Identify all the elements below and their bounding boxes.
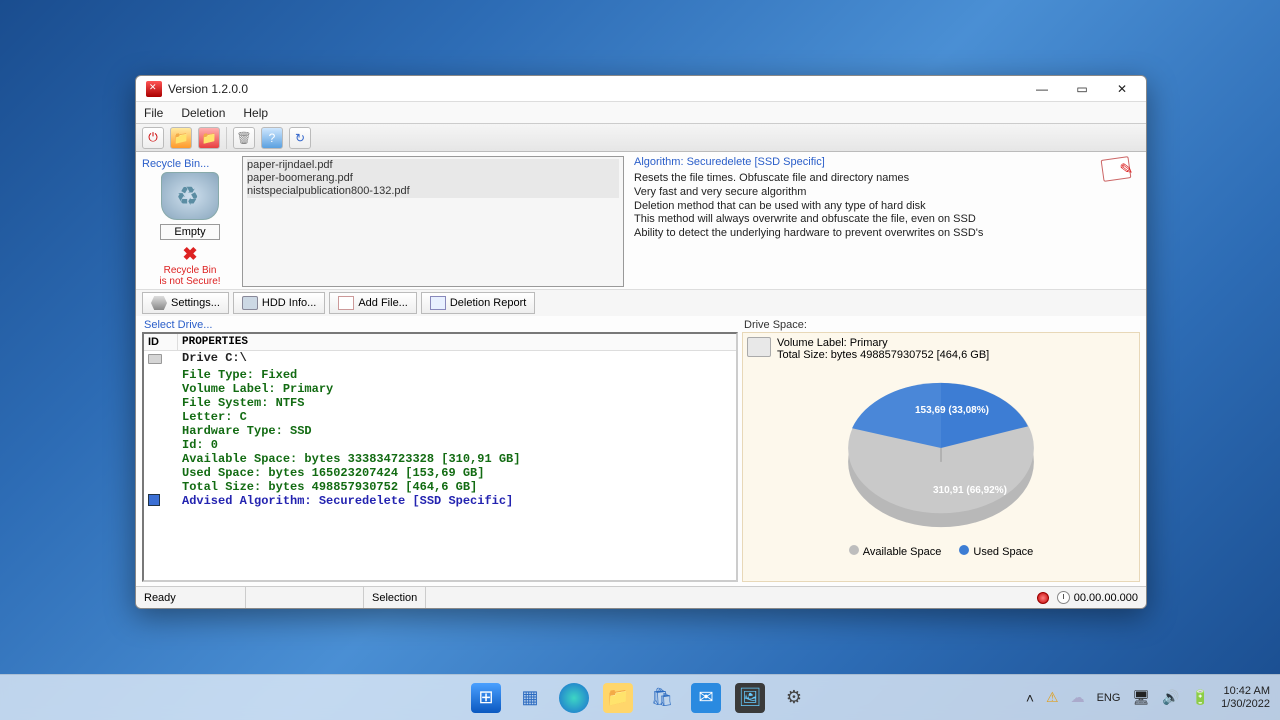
drive-properties-list[interactable]: ID PROPERTIES Drive C:\ File Type: Fixed… [142,332,738,582]
list-item[interactable]: paper-rijndael.pdf [247,159,619,172]
avail-slice-label: 310,91 (66,92%) [933,485,1007,496]
recycle-bin-icon[interactable] [161,172,219,220]
edge-icon[interactable] [559,683,589,713]
not-secure-label: Recycle Binis not Secure! [142,265,238,287]
report-icon [430,296,446,310]
minimize-button[interactable]: — [1022,78,1062,100]
explorer-icon[interactable]: 📁 [603,683,633,713]
advised-icon [148,494,160,506]
status-bar: Ready Selection 00.00.00.000 [136,586,1146,608]
menu-file[interactable]: File [144,106,163,120]
security-icon[interactable]: ⚠ [1046,689,1059,706]
recycle-bin-panel: Recycle Bin... Empty ✖ Recycle Binis not… [142,156,238,287]
menu-help[interactable]: Help [243,106,268,120]
list-item[interactable]: nistspecialpublication800-132.pdf [247,185,619,198]
maximize-button[interactable]: ▭ [1062,78,1102,100]
algorithm-title: Algorithm: Securedelete [SSD Specific] [634,156,1134,168]
trash-icon[interactable]: 🗑 [233,127,255,149]
file-list[interactable]: paper-rijndael.pdf paper-boomerang.pdf n… [242,156,624,287]
menu-deletion[interactable]: Deletion [181,106,225,120]
volume-icon [747,337,771,357]
legend-dot-avail [849,545,859,555]
status-ready: Ready [136,587,246,608]
add-file-icon [338,296,354,310]
drive-space-panel: Volume Label: Primary Total Size: bytes … [742,332,1140,582]
drive-icon [148,354,162,364]
hdd-icon [242,296,258,310]
volume-icon[interactable]: 🔊 [1162,689,1179,706]
action-row: Settings... HDD Info... Add File... Dele… [136,289,1146,316]
open-folder-icon[interactable]: 📁 [170,127,192,149]
store-icon[interactable]: 🛍 [647,683,677,713]
column-id[interactable]: ID [144,334,178,350]
gear-icon [151,296,167,310]
start-button[interactable]: ⊞ [471,683,501,713]
recycle-bin-label: Recycle Bin... [142,158,238,170]
algorithm-panel: Algorithm: Securedelete [SSD Specific] R… [628,156,1140,287]
app-icon [146,81,162,97]
used-slice-label: 153,69 (33,08%) [915,405,989,416]
window-title: Version 1.2.0.0 [168,82,1022,96]
language-indicator[interactable]: ENG [1097,692,1121,704]
chevron-up-icon[interactable]: ˄ [1026,690,1034,706]
hdd-info-button[interactable]: HDD Info... [233,292,325,314]
pie-chart: 153,69 (33,08%) 310,91 (66,92%) [837,369,1045,537]
refresh-icon[interactable]: ↻ [289,127,311,149]
status-selection: Selection [364,587,426,608]
mail-icon[interactable]: ✉ [691,683,721,713]
app-window: Version 1.2.0.0 — ▭ ✕ File Deletion Help… [135,75,1147,609]
power-icon[interactable]: ⏻ [142,127,164,149]
photos-icon[interactable]: 🖼 [735,683,765,713]
taskbar[interactable]: ⊞ ▦ 📁 🛍 ✉ 🖼 ⚙ ˄ ⚠ ☁ ENG 🖥 🔊 🔋 10:42 AM 1… [0,674,1280,720]
battery-icon[interactable]: 🔋 [1192,689,1209,706]
status-timer: 00.00.00.000 [1074,592,1146,604]
legend-dot-used [959,545,969,555]
total-size-text: Total Size: bytes 498857930752 [464,6 GB… [777,349,989,361]
notepad-icon[interactable] [1101,156,1132,182]
list-item[interactable]: paper-boomerang.pdf [247,172,619,185]
help-icon[interactable]: ? [261,127,283,149]
volume-label-text: Volume Label: Primary [777,337,989,349]
toolbar-separator [226,127,227,149]
drive-space-label: Drive Space: [742,318,1140,332]
tray-clock[interactable]: 10:42 AM 1/30/2022 [1221,685,1270,709]
menubar: File Deletion Help [136,102,1146,124]
deletion-report-button[interactable]: Deletion Report [421,292,535,314]
column-properties[interactable]: PROPERTIES [178,334,736,350]
add-file-button[interactable]: Add File... [329,292,417,314]
status-progress [246,587,364,608]
network-icon[interactable]: 🖥 [1132,689,1150,706]
toolbar: ⏻ 📁 📁 🗑 ? ↻ [136,124,1146,152]
settings-icon[interactable]: ⚙ [779,683,809,713]
select-drive-label: Select Drive... [142,318,738,332]
close-button[interactable]: ✕ [1102,78,1142,100]
open-folder-red-icon[interactable]: 📁 [198,127,220,149]
weather-icon[interactable]: ☁ [1071,689,1085,706]
not-secure-icon: ✖ [142,244,238,265]
clock-icon [1057,591,1070,604]
task-view-icon[interactable]: ▦ [515,683,545,713]
empty-button[interactable]: Empty [160,224,220,240]
record-icon [1037,592,1049,604]
settings-button[interactable]: Settings... [142,292,229,314]
titlebar[interactable]: Version 1.2.0.0 — ▭ ✕ [136,76,1146,102]
